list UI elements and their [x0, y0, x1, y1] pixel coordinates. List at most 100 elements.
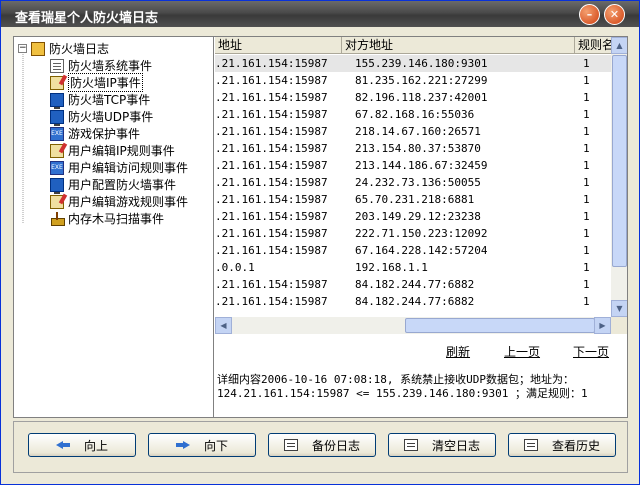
- cell-rule-name: 1: [583, 159, 590, 172]
- table-row[interactable]: .21.161.154:15987 67.164.228.142:57204 1: [215, 242, 611, 259]
- log-category-tree[interactable]: − 防火墙日志 防火墙系统事件 防火墙IP事件 防火墙TCP事件 防火墙UDP事…: [14, 37, 214, 417]
- vertical-scroll-thumb[interactable]: [612, 55, 627, 267]
- cell-address: .21.161.154:15987: [215, 210, 328, 223]
- tree-item-label: 游戏保护事件: [68, 127, 141, 141]
- tree-item-label: 防火墙系统事件: [68, 59, 153, 73]
- table-row[interactable]: .21.161.154:15987 84.182.244.77:6882 1: [215, 293, 611, 310]
- cell-address: .21.161.154:15987: [215, 244, 328, 257]
- clear-log-button[interactable]: 清空日志: [388, 433, 496, 457]
- window-title: 查看瑞星个人防火墙日志: [15, 11, 159, 26]
- column-header-remote-address[interactable]: 对方地址: [342, 37, 575, 54]
- move-up-button[interactable]: 向上: [28, 433, 136, 457]
- table-row[interactable]: .21.161.154:15987 82.196.118.237:42001 1: [215, 89, 611, 106]
- cell-remote-address: 67.164.228.142:57204: [355, 244, 488, 257]
- ip-event-icon: [50, 75, 64, 90]
- cell-remote-address: 213.144.186.67:32459: [355, 159, 488, 172]
- table-row[interactable]: .21.161.154:15987 155.239.146.180:9301 1: [215, 55, 611, 72]
- tree-item-label: 防火墙TCP事件: [68, 93, 151, 107]
- table-row[interactable]: .21.161.154:15987 213.144.186.67:32459 1: [215, 157, 611, 174]
- tree-item-tcp-events[interactable]: 防火墙TCP事件: [50, 91, 151, 109]
- computer-icon: [50, 92, 64, 109]
- scroll-up-arrow-icon[interactable]: ▲: [611, 37, 627, 54]
- close-icon: ✕: [609, 8, 620, 21]
- cell-address: .21.161.154:15987: [215, 193, 328, 206]
- table-row[interactable]: .21.161.154:15987 218.14.67.160:26571 1: [215, 123, 611, 140]
- tree-item-system-events[interactable]: 防火墙系统事件: [50, 57, 152, 74]
- tree-root[interactable]: − 防火墙日志: [18, 40, 109, 57]
- edit-rule-icon: [50, 143, 64, 158]
- table-row[interactable]: .21.161.154:15987 65.70.231.218:6881 1: [215, 191, 611, 208]
- column-header-address[interactable]: 地址: [215, 37, 342, 54]
- tree-item-memory-trojan-scan[interactable]: 内存木马扫描事件: [50, 210, 164, 227]
- table-row[interactable]: .21.161.154:15987 67.82.168.16:55036 1: [215, 106, 611, 123]
- backup-document-icon: [283, 439, 298, 451]
- clear-log-label: 清空日志: [431, 438, 480, 453]
- table-row[interactable]: .21.161.154:15987 81.235.162.221:27299 1: [215, 72, 611, 89]
- next-page-link[interactable]: 下一页: [573, 343, 609, 360]
- tree-item-edit-game-rules[interactable]: 用户编辑游戏规则事件: [50, 193, 188, 210]
- tree-item-label: 用户编辑IP规则事件: [68, 144, 175, 158]
- close-button[interactable]: ✕: [604, 4, 625, 25]
- tree-item-edit-ip-rules[interactable]: 用户编辑IP规则事件: [50, 142, 175, 159]
- cell-rule-name: 1: [583, 193, 590, 206]
- cell-rule-name: 1: [583, 125, 590, 138]
- vertical-scrollbar[interactable]: ▲ ▼: [611, 37, 627, 317]
- cell-rule-name: 1: [583, 91, 590, 104]
- move-down-label: 向下: [203, 438, 228, 453]
- column-header-rule-name[interactable]: 规则名: [575, 37, 615, 54]
- horizontal-scrollbar[interactable]: ◀ ▶: [215, 317, 611, 334]
- cell-address: .21.161.154:15987: [215, 176, 328, 189]
- event-list[interactable]: 地址 对方地址 规则名 .21.161.154:15987 155.239.146…: [215, 37, 627, 317]
- scroll-right-arrow-icon[interactable]: ▶: [594, 317, 611, 334]
- horizontal-scroll-thumb[interactable]: [405, 318, 595, 333]
- view-history-button[interactable]: 查看历史: [508, 433, 616, 457]
- cell-address: .21.161.154:15987: [215, 159, 328, 172]
- scroll-left-arrow-icon[interactable]: ◀: [215, 317, 232, 334]
- event-detail-text: 详细内容2006-10-16 07:08:18, 系统禁止接收UDP数据包；地址…: [217, 373, 588, 400]
- minimize-icon: –: [586, 8, 593, 21]
- backup-log-button[interactable]: 备份日志: [268, 433, 376, 457]
- tree-item-ip-events[interactable]: 防火墙IP事件: [50, 73, 143, 92]
- cell-address: .21.161.154:15987: [215, 74, 328, 87]
- table-row[interactable]: .21.161.154:15987 213.154.80.37:53870 1: [215, 140, 611, 157]
- cell-remote-address: 24.232.73.136:50055: [355, 176, 481, 189]
- title-bar[interactable]: 查看瑞星个人防火墙日志 – ✕: [1, 1, 639, 27]
- tree-item-configure-firewall[interactable]: 用户配置防火墙事件: [50, 176, 177, 194]
- cell-remote-address: 84.182.244.77:6882: [355, 295, 475, 308]
- cell-remote-address: 81.235.162.221:27299: [355, 74, 488, 87]
- tree-item-label: 用户编辑游戏规则事件: [68, 195, 189, 209]
- table-row[interactable]: .21.161.154:15987 203.149.29.12:23238 1: [215, 208, 611, 225]
- collapse-icon[interactable]: −: [18, 44, 27, 53]
- table-row[interactable]: .0.0.1 192.168.1.1 1: [215, 259, 611, 276]
- prev-page-link[interactable]: 上一页: [504, 343, 540, 360]
- document-icon: [50, 58, 64, 73]
- tree-item-game-protection[interactable]: EXE 游戏保护事件: [50, 125, 140, 142]
- minimize-button[interactable]: –: [579, 4, 600, 25]
- refresh-link[interactable]: 刷新: [446, 343, 470, 360]
- table-row[interactable]: .21.161.154:15987 24.232.73.136:50055 1: [215, 174, 611, 191]
- arrow-left-icon: [55, 439, 70, 451]
- cell-rule-name: 1: [583, 108, 590, 121]
- arrow-right-icon: [175, 439, 190, 451]
- tree-item-label: 防火墙IP事件: [68, 73, 143, 92]
- cell-remote-address: 67.82.168.16:55036: [355, 108, 475, 121]
- clear-document-icon: [403, 439, 418, 451]
- tree-item-label: 内存木马扫描事件: [68, 212, 165, 226]
- cell-remote-address: 218.14.67.160:26571: [355, 125, 481, 138]
- tree-item-edit-access-rules[interactable]: EXE 用户编辑访问规则事件: [50, 159, 188, 176]
- tree-item-udp-events[interactable]: 防火墙UDP事件: [50, 108, 153, 126]
- table-row[interactable]: .21.161.154:15987 84.182.244.77:6882 1: [215, 276, 611, 293]
- scroll-down-arrow-icon[interactable]: ▼: [611, 300, 627, 317]
- move-down-button[interactable]: 向下: [148, 433, 256, 457]
- table-row[interactable]: .21.161.154:15987 222.71.150.223:12092 1: [215, 225, 611, 242]
- cell-remote-address: 213.154.80.37:53870: [355, 142, 481, 155]
- cell-remote-address: 203.149.29.12:23238: [355, 210, 481, 223]
- history-document-icon: [523, 439, 538, 451]
- cell-rule-name: 1: [583, 142, 590, 155]
- cell-address: .21.161.154:15987: [215, 108, 328, 121]
- tree-item-label: 用户配置防火墙事件: [68, 178, 177, 192]
- cell-remote-address: 192.168.1.1: [355, 261, 428, 274]
- cell-rule-name: 1: [583, 57, 590, 70]
- cell-rule-name: 1: [583, 210, 590, 223]
- cell-rule-name: 1: [583, 74, 590, 87]
